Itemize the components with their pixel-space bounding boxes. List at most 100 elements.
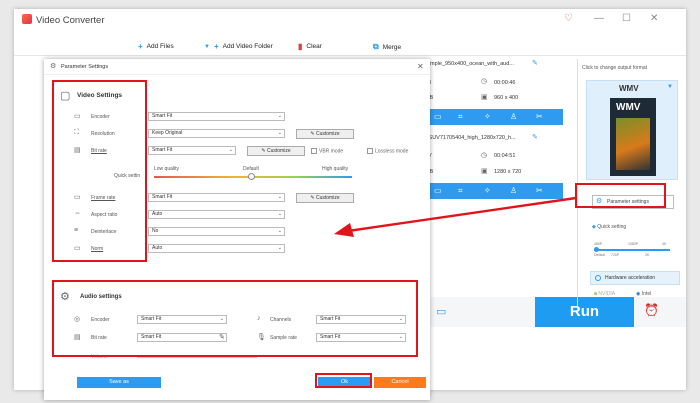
clear-button[interactable]: ▮ Clear: [298, 42, 322, 51]
dialog-title: Parameter Settings: [61, 64, 109, 70]
chevron-down-icon: ⌄: [277, 194, 282, 200]
frame-rate-select[interactable]: Smart Fit ⌄: [148, 193, 285, 202]
resolution-icon: ▣: [481, 94, 488, 101]
dropdown-arrow-icon: ▼: [204, 43, 210, 50]
file-name: ISUV71705404_high_1280x720_h...: [427, 135, 516, 141]
subtitle-icon[interactable]: ▭: [434, 186, 442, 195]
merge-label: Merge: [382, 43, 402, 51]
watermark-icon[interactable]: ♙: [510, 112, 517, 121]
edit-icon[interactable]: ✎: [532, 133, 538, 141]
radio-icon: [595, 275, 601, 281]
resolution-select[interactable]: Keep Original ⌄: [148, 129, 285, 138]
bitrate-value: Smart Fit: [152, 147, 173, 153]
lossless-mode-label: Lossless mode: [375, 148, 409, 155]
high-quality-label: High quality: [322, 166, 349, 172]
edit-icon[interactable]: ✎: [532, 59, 538, 67]
lossless-mode-checkbox[interactable]: Lossless mode: [367, 148, 408, 154]
slider-label-top: 4K: [662, 242, 667, 246]
format-icon-text: WMV: [616, 102, 641, 113]
add-video-folder-button[interactable]: ▼ + Add Video Folder: [204, 42, 273, 51]
aspect-ratio-value: Auto: [152, 211, 163, 217]
clock-icon: ◷: [481, 152, 488, 159]
slider-track[interactable]: [594, 249, 670, 251]
norm-select[interactable]: Auto ⌄: [148, 244, 285, 253]
quality-slider-thumb[interactable]: [248, 173, 255, 180]
film-icon: [616, 118, 650, 170]
cancel-label: Cancel: [391, 379, 409, 385]
audio-settings-highlight: [52, 280, 418, 357]
resolution-icon: ▣: [481, 168, 488, 175]
encoder-select[interactable]: Smart Fit ⌄: [148, 112, 285, 121]
encoder-value: Smart Fit: [152, 113, 173, 119]
quick-setting-label: ◆ Quick setting: [592, 224, 626, 230]
toolbar-divider: [14, 55, 686, 56]
resolution-customize-button[interactable]: ✎ Customize: [296, 129, 354, 139]
chevron-down-icon: ⌄: [277, 228, 282, 234]
file-resolution: 1280 x 720: [494, 169, 522, 175]
parameter-settings-highlight: [575, 183, 666, 208]
nvidia-option[interactable]: ■ NVIDIA: [594, 291, 615, 297]
trim-icon[interactable]: ✂: [536, 112, 543, 121]
hardware-acceleration-label: Hardware acceleration: [605, 275, 656, 281]
crop-icon[interactable]: ⌗: [458, 112, 463, 122]
app-title: Video Converter: [36, 15, 105, 26]
nvidia-label: NVIDIA: [598, 291, 616, 297]
save-as-button[interactable]: Save as: [77, 377, 161, 388]
favorite-icon[interactable]: ♡: [564, 13, 573, 24]
ok-button-highlight: [315, 373, 372, 388]
clock-icon: ◷: [481, 78, 488, 85]
dialog-close-icon[interactable]: ✕: [417, 62, 424, 71]
minimize-button[interactable]: —: [594, 13, 604, 24]
plus-icon: +: [213, 42, 219, 51]
resolution-value: Keep Original: [152, 130, 183, 136]
merge-icon: ⧉: [373, 42, 379, 51]
frame-rate-value: Smart Fit: [152, 194, 173, 200]
bitrate-select[interactable]: Smart Fit ⌄: [148, 146, 236, 155]
add-files-button[interactable]: + Add Files: [138, 42, 174, 51]
format-selector[interactable]: WMV ▼ WMV: [586, 80, 678, 180]
vbr-mode-label: VBR mode: [319, 148, 344, 155]
file-duration: 00:04:51: [494, 153, 516, 159]
trim-icon[interactable]: ✂: [536, 186, 543, 195]
deinterlace-select[interactable]: No ⌄: [148, 227, 285, 236]
wmv-format-icon: WMV: [610, 98, 656, 176]
aspect-ratio-select[interactable]: Auto ⌄: [148, 210, 285, 219]
chevron-down-icon: ⌄: [277, 211, 282, 217]
slider-label-bottom: Default: [594, 253, 606, 257]
slider-label-top: 1080P: [628, 242, 639, 246]
cancel-button[interactable]: Cancel: [374, 377, 426, 388]
chevron-down-icon: ⌄: [228, 147, 233, 153]
file-duration: 00:00:46: [494, 80, 516, 86]
quality-slider[interactable]: 480P 1080P 4K Default 720P 2K: [594, 242, 670, 258]
merge-button[interactable]: ⧉ Merge: [373, 42, 401, 52]
intel-option[interactable]: ◉ Intel: [636, 291, 651, 297]
subtitle-icon[interactable]: ▭: [434, 112, 442, 121]
add-video-folder-label: Add Video Folder: [222, 43, 273, 50]
low-quality-label: Low quality: [154, 166, 180, 172]
effect-icon[interactable]: ✧: [484, 186, 491, 195]
chevron-down-icon: ⌄: [277, 130, 282, 136]
folder-icon[interactable]: ▭: [436, 305, 446, 318]
settings-icon: ⚙: [50, 63, 57, 70]
slider-label-bottom: 720P: [611, 253, 620, 257]
watermark-icon[interactable]: ♙: [510, 186, 517, 195]
customize-label: Customize: [315, 131, 340, 137]
slider-label-bottom: 2K: [645, 253, 650, 257]
bitrate-customize-button[interactable]: ✎ Customize: [247, 146, 305, 156]
close-button[interactable]: ✕: [650, 13, 658, 24]
vbr-mode-checkbox[interactable]: VBR mode: [311, 148, 343, 154]
save-as-label: Save as: [109, 379, 129, 385]
intel-label: Intel: [641, 291, 652, 297]
effect-icon[interactable]: ✧: [484, 112, 491, 121]
slider-thumb[interactable]: [594, 247, 599, 252]
default-quality-label: Default: [243, 166, 259, 172]
file-resolution: 960 x 400: [494, 95, 519, 101]
norm-value: Auto: [152, 245, 163, 251]
maximize-button[interactable]: ☐: [622, 13, 631, 24]
plus-icon: +: [138, 42, 143, 51]
customize-label: Customize: [266, 148, 291, 154]
hardware-acceleration-toggle[interactable]: Hardware acceleration: [590, 271, 680, 285]
chevron-down-icon: ⌄: [277, 113, 282, 119]
file-toolbar: ▭ ⌗ ✧ ♙ ✂: [430, 109, 563, 125]
annotation-arrow: [334, 196, 577, 237]
